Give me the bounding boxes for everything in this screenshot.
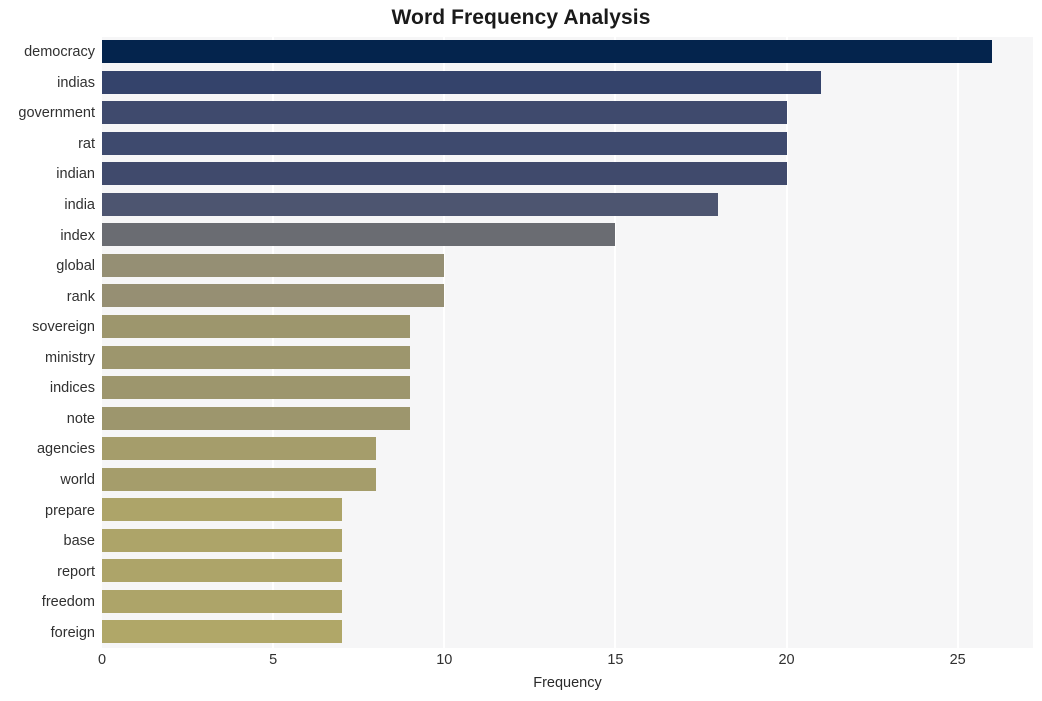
bar-row [102, 343, 1033, 374]
bar-row [102, 465, 1033, 496]
x-axis-title: Frequency [533, 675, 602, 691]
bar-sovereign[interactable] [102, 314, 411, 338]
bar-indices[interactable] [102, 376, 411, 400]
bar-row [102, 556, 1033, 587]
bar-world[interactable] [102, 467, 376, 491]
bar-india[interactable] [102, 192, 719, 216]
bar-row [102, 373, 1033, 404]
x-tick-label-15: 15 [607, 652, 624, 668]
y-tick-label-rank: rank [66, 288, 95, 305]
y-tick-label-indian: indian [56, 166, 95, 183]
bar-row [102, 129, 1033, 160]
x-tick-label-25: 25 [949, 652, 966, 668]
bar-indias[interactable] [102, 70, 821, 94]
y-tick-label-note: note [66, 410, 95, 427]
y-tick-label-base: base [63, 533, 95, 550]
bar-global[interactable] [102, 253, 445, 277]
bar-row [102, 220, 1033, 251]
bar-agencies[interactable] [102, 437, 376, 461]
bar-row [102, 98, 1033, 129]
bar-row [102, 190, 1033, 221]
chart-figure: Word Frequency Analysis democracy indias g… [0, 0, 1042, 701]
bar-row [102, 404, 1033, 435]
x-tick-label-10: 10 [436, 652, 453, 668]
y-tick-label-freedom: freedom [41, 594, 95, 611]
bar-democracy[interactable] [102, 40, 992, 63]
bar-foreign[interactable] [102, 620, 342, 644]
bar-row [102, 312, 1033, 343]
bar-note[interactable] [102, 406, 411, 430]
y-tick-label-agencies: agencies [36, 441, 95, 458]
bar-row [102, 434, 1033, 465]
bar-row [102, 37, 1033, 68]
y-tick-label-report: report [57, 563, 95, 580]
bar-row [102, 281, 1033, 312]
y-tick-label-index: index [60, 227, 95, 244]
bar-row [102, 617, 1033, 648]
bar-rat[interactable] [102, 131, 787, 155]
y-tick-label-global: global [56, 258, 95, 275]
bar-ministry[interactable] [102, 345, 411, 369]
bar-freedom[interactable] [102, 589, 342, 613]
bar-row [102, 159, 1033, 190]
bar-rank[interactable] [102, 284, 445, 308]
y-tick-label-rat: rat [78, 135, 95, 152]
x-tick-label-5: 5 [269, 652, 278, 668]
bar-row [102, 495, 1033, 526]
y-tick-label-government: government [18, 105, 95, 122]
bar-indian[interactable] [102, 162, 787, 186]
bar-row [102, 587, 1033, 618]
bar-base[interactable] [102, 528, 342, 552]
bar-index[interactable] [102, 223, 616, 247]
y-tick-label-ministry: ministry [45, 349, 95, 366]
bar-row [102, 526, 1033, 557]
bar-prepare[interactable] [102, 498, 342, 522]
y-tick-label-prepare: prepare [45, 502, 95, 519]
page-title: Word Frequency Analysis [391, 6, 651, 29]
bar-row [102, 251, 1033, 282]
bar-report[interactable] [102, 559, 342, 583]
y-tick-label-indices: indices [49, 380, 95, 397]
x-tick-label-0: 0 [97, 652, 107, 668]
plot-area [102, 37, 1033, 648]
y-tick-label-world: world [60, 471, 95, 488]
bar-row [102, 68, 1033, 99]
bar-government[interactable] [102, 101, 787, 125]
y-tick-label-sovereign: sovereign [32, 319, 95, 336]
y-tick-label-india: india [64, 197, 95, 214]
y-tick-label-foreign: foreign [50, 624, 95, 641]
y-tick-label-democracy: democracy [24, 44, 95, 61]
x-tick-label-20: 20 [778, 652, 795, 668]
y-tick-label-indias: indias [57, 74, 95, 91]
